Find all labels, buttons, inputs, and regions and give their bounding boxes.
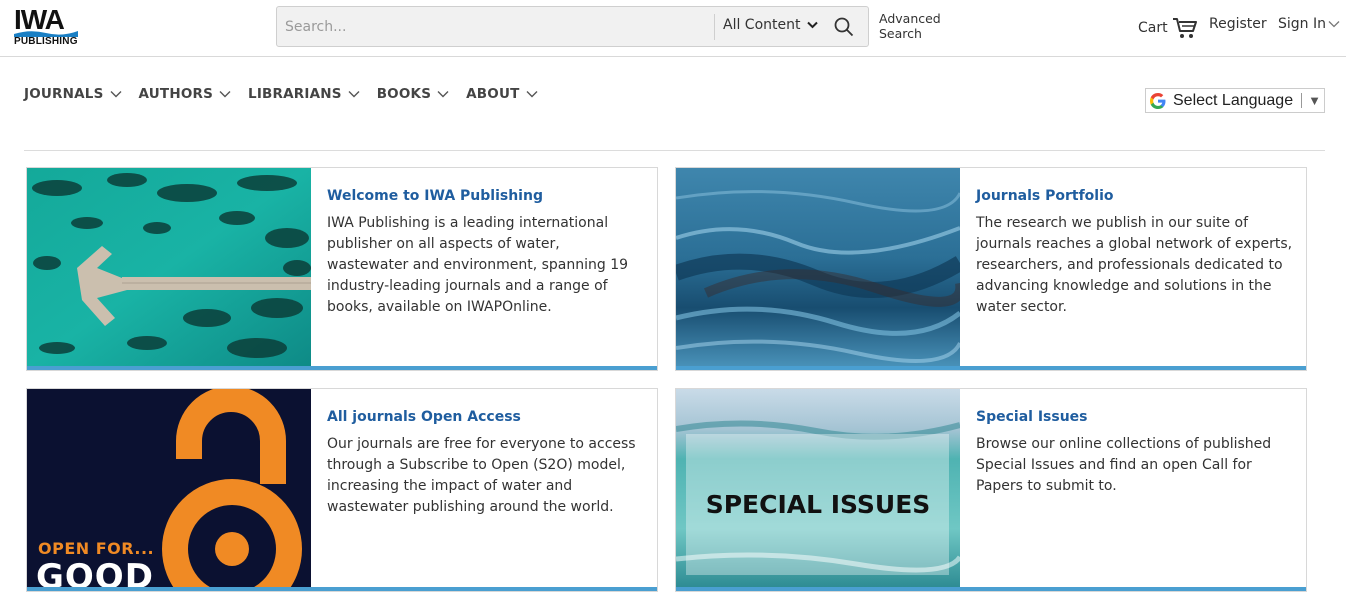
nav-librarians[interactable]: LIBRARIANS	[248, 86, 360, 102]
register-link[interactable]: Register	[1209, 16, 1267, 32]
image-caption: OPEN FOR...	[38, 539, 155, 558]
special-issues-image: SPECIAL ISSUES	[676, 389, 960, 589]
site-header: IWA PUBLISHING All Content Advanced Sear…	[0, 0, 1346, 57]
card-body: All journals Open Access Our journals ar…	[327, 409, 645, 518]
open-access-image: OPEN FOR... GOOD	[27, 389, 311, 589]
water-waves-photo	[676, 168, 960, 368]
card-description: The research we publish in our suite of …	[976, 215, 1293, 315]
language-label: Select Language	[1173, 91, 1294, 109]
chevron-down-icon	[437, 91, 449, 98]
caret-down-icon: ▼	[1308, 93, 1321, 108]
nav-label: JOURNALS	[24, 86, 104, 102]
card-description: Browse our online collections of publish…	[976, 436, 1272, 494]
nav-label: ABOUT	[466, 86, 520, 102]
main-nav: JOURNALS AUTHORS LIBRARIANS BOOKS ABOUT	[24, 86, 555, 102]
search-scope-select[interactable]: All Content	[723, 17, 818, 33]
nav-label: AUTHORS	[138, 86, 214, 102]
language-select[interactable]: Select Language ▼	[1145, 88, 1325, 113]
chevron-down-icon	[1328, 21, 1340, 28]
pier-aerial-photo	[27, 168, 311, 368]
cart-label: Cart	[1138, 20, 1168, 36]
advanced-search-link[interactable]: Advanced Search	[879, 11, 949, 41]
chevron-down-icon	[348, 91, 360, 98]
chevron-down-icon	[219, 91, 231, 98]
cart-link[interactable]: Cart	[1138, 16, 1198, 40]
card-description: Our journals are free for everyone to ac…	[327, 436, 636, 515]
card-description: IWA Publishing is a leading internationa…	[327, 215, 629, 315]
card-body: Journals Portfolio The research we publi…	[976, 188, 1294, 318]
chevron-down-icon	[526, 91, 538, 98]
card-journals-portfolio[interactable]: Journals Portfolio The research we publi…	[675, 167, 1307, 371]
card-welcome[interactable]: Welcome to IWA Publishing IWA Publishing…	[26, 167, 658, 371]
card-body: Special Issues Browse our online collect…	[976, 409, 1294, 497]
logo-subtext: PUBLISHING	[14, 36, 78, 47]
card-title[interactable]: Journals Portfolio	[976, 188, 1294, 204]
nav-about[interactable]: ABOUT	[466, 86, 538, 102]
iwa-publishing-logo[interactable]: IWA PUBLISHING	[14, 6, 80, 48]
nav-journals[interactable]: JOURNALS	[24, 86, 122, 102]
nav-label: BOOKS	[376, 86, 432, 102]
chevron-down-icon	[806, 21, 818, 29]
cart-icon	[1172, 18, 1197, 38]
sign-in-label: Sign In	[1278, 16, 1326, 32]
image-caption: SPECIAL ISSUES	[705, 490, 931, 519]
nav-label: LIBRARIANS	[248, 86, 342, 102]
image-caption-large: GOOD	[36, 557, 154, 589]
sign-in-menu[interactable]: Sign In	[1278, 16, 1340, 32]
nav-books[interactable]: BOOKS	[377, 86, 449, 102]
nav-authors[interactable]: AUTHORS	[139, 86, 232, 102]
card-special-issues[interactable]: SPECIAL ISSUES Special Issues Browse our…	[675, 388, 1307, 592]
search-icon[interactable]	[833, 16, 855, 38]
google-g-icon	[1150, 92, 1166, 109]
search-input[interactable]	[285, 15, 705, 39]
nav-divider	[24, 150, 1325, 151]
water-waves-image	[676, 168, 960, 368]
search-bar: All Content	[276, 6, 869, 47]
search-divider	[714, 14, 715, 40]
language-divider	[1301, 93, 1303, 108]
search-scope-label: All Content	[723, 17, 801, 33]
pier-image	[27, 168, 311, 368]
card-body: Welcome to IWA Publishing IWA Publishing…	[327, 188, 645, 318]
card-title[interactable]: Welcome to IWA Publishing	[327, 188, 645, 204]
chevron-down-icon	[110, 91, 122, 98]
card-open-access[interactable]: OPEN FOR... GOOD All journals Open Acces…	[26, 388, 658, 592]
card-title[interactable]: Special Issues	[976, 409, 1294, 425]
card-title[interactable]: All journals Open Access	[327, 409, 645, 425]
